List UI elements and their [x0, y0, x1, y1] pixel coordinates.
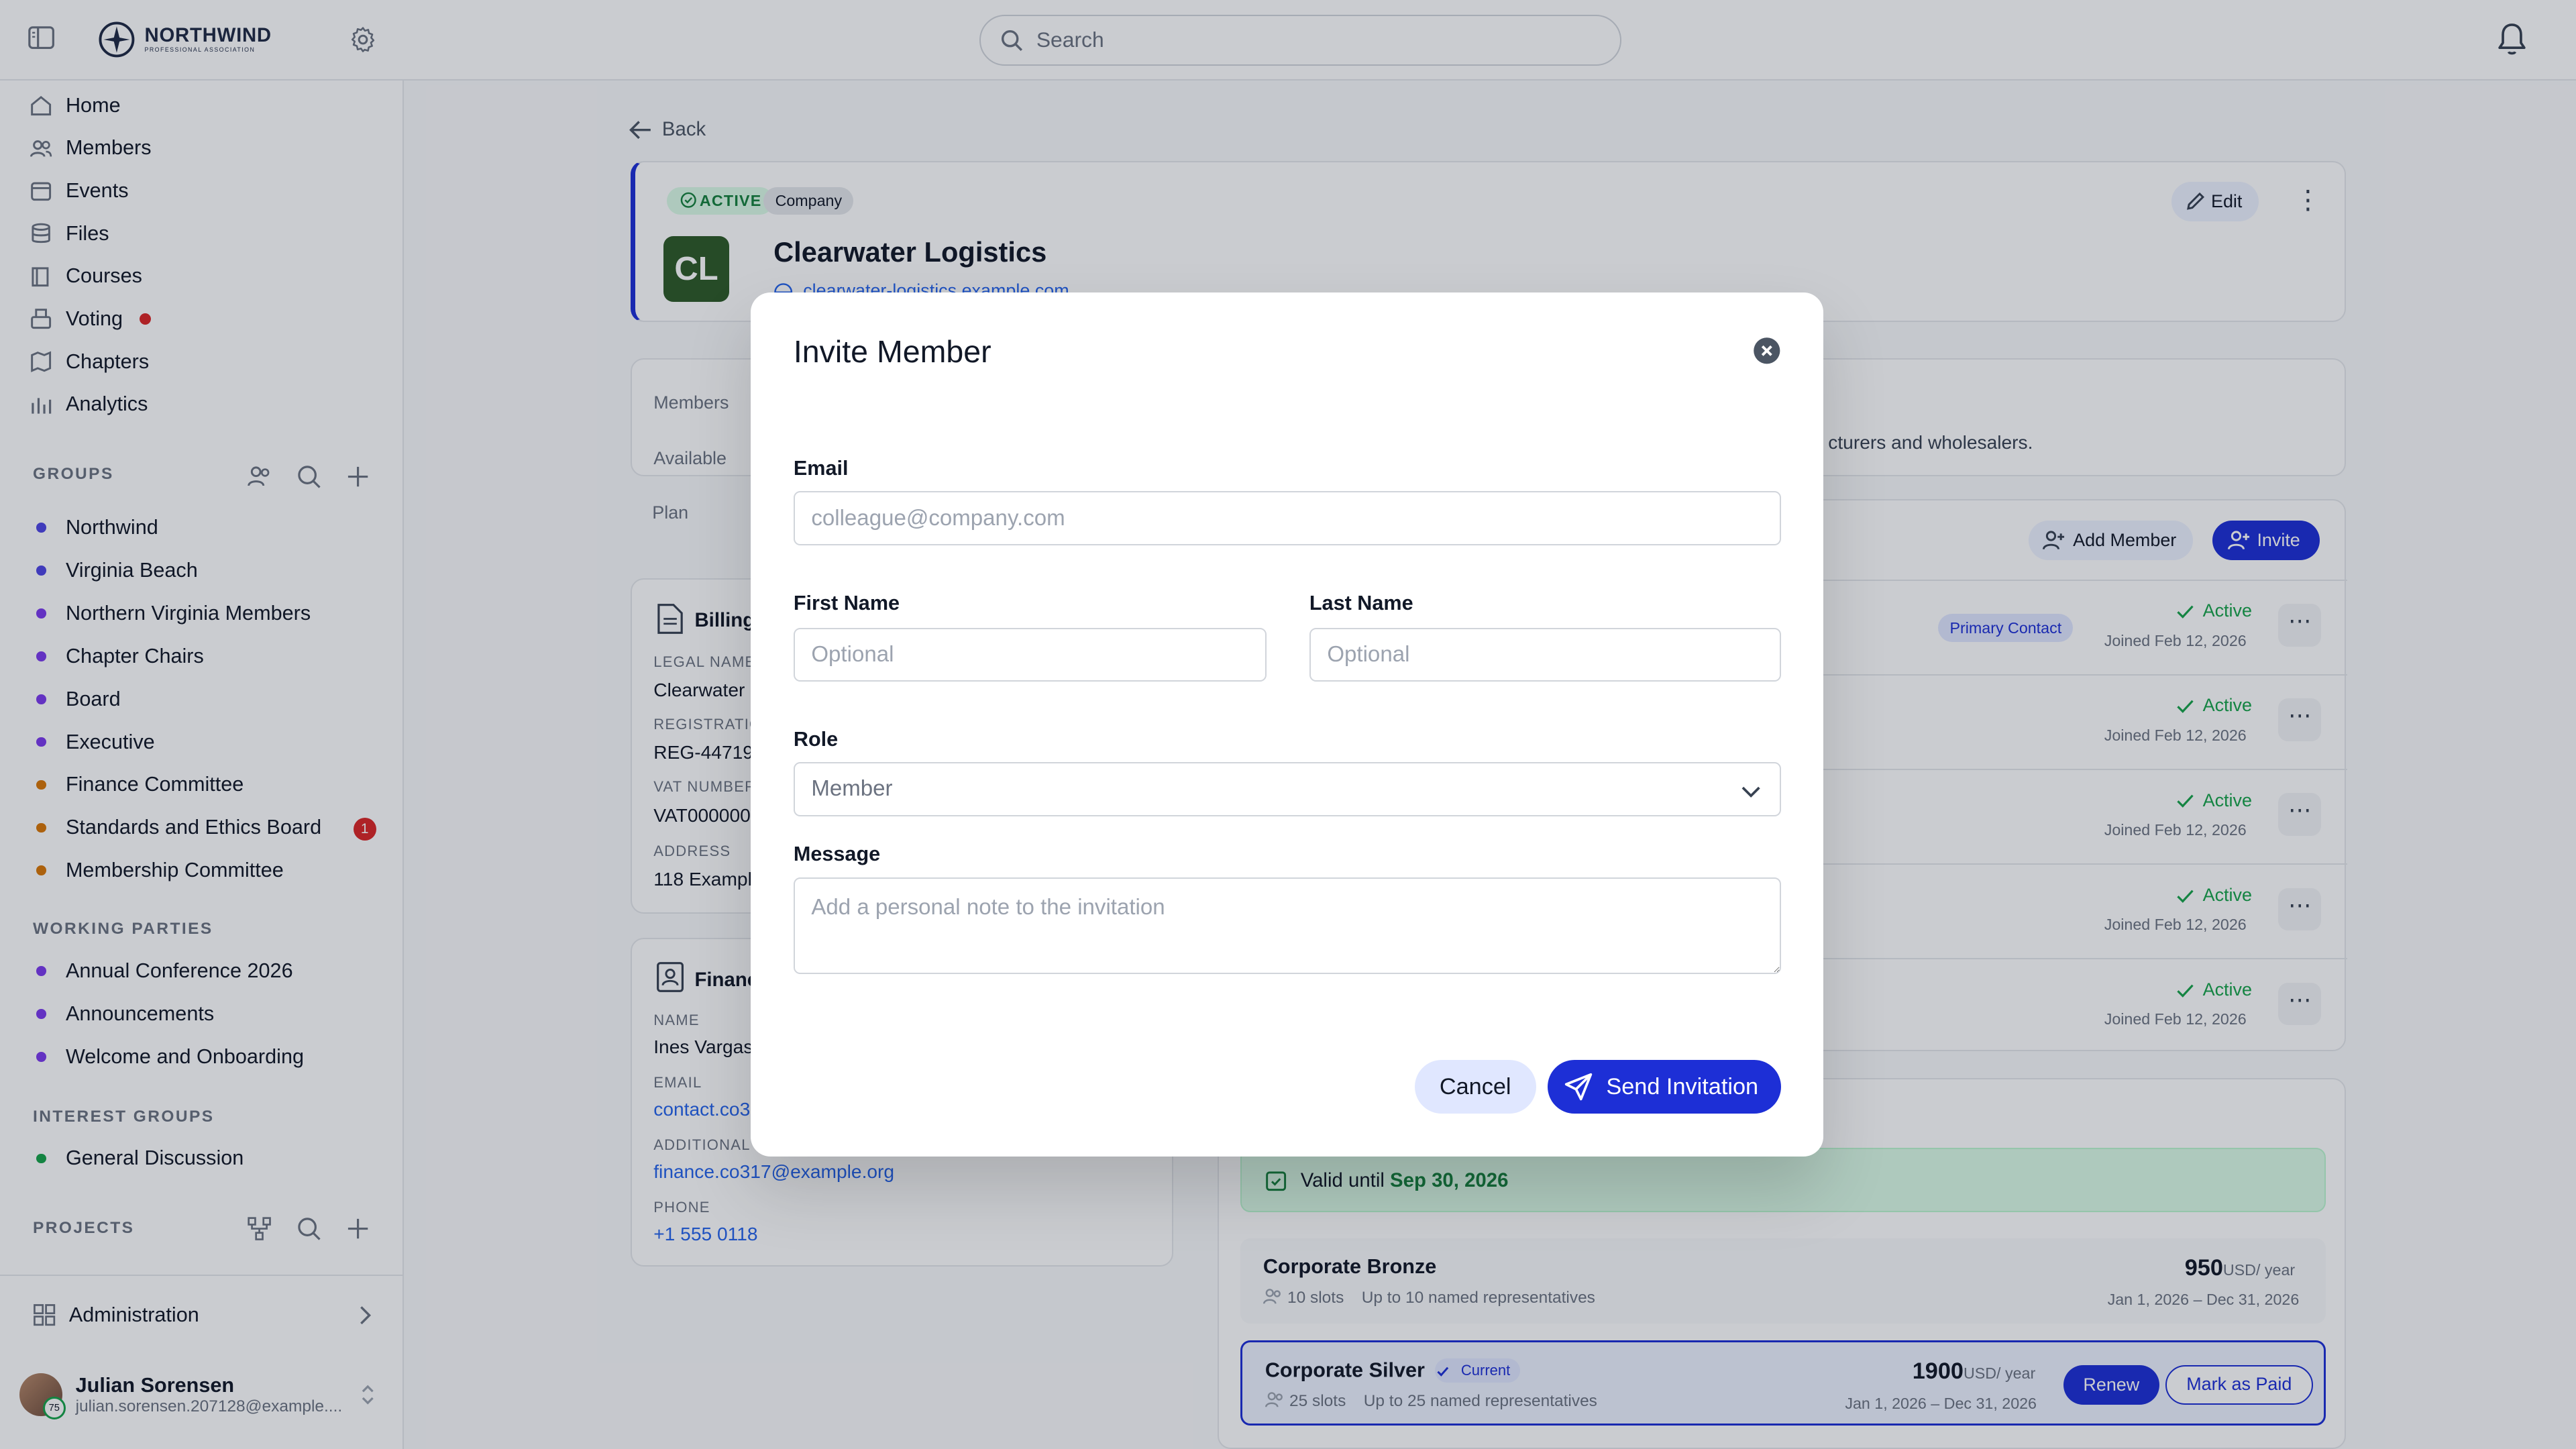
last-name-label: Last Name: [1309, 591, 1413, 614]
send-icon: [1564, 1073, 1592, 1101]
chevron-down-icon: [1741, 786, 1760, 798]
dialog-title: Invite Member: [793, 334, 991, 370]
first-name-field[interactable]: [793, 627, 1267, 682]
email-field-label: Email: [793, 456, 849, 480]
role-label: Role: [793, 727, 839, 751]
app: NORTHWIND PROFESSIONAL ASSOCIATION Searc…: [0, 0, 2576, 1449]
invite-member-dialog: Invite Member Email First Name Last Name…: [751, 292, 1824, 1157]
message-label: Message: [793, 843, 881, 866]
first-name-label: First Name: [793, 591, 900, 614]
close-icon[interactable]: [1753, 337, 1781, 365]
role-value: Member: [811, 776, 893, 802]
last-name-field[interactable]: [1309, 627, 1781, 682]
role-select[interactable]: Member: [793, 762, 1781, 817]
email-field[interactable]: [793, 491, 1781, 546]
message-field[interactable]: [793, 877, 1781, 975]
send-invitation-button[interactable]: Send Invitation: [1547, 1059, 1781, 1114]
send-invitation-label: Send Invitation: [1606, 1073, 1759, 1099]
cancel-button[interactable]: Cancel: [1414, 1059, 1536, 1114]
